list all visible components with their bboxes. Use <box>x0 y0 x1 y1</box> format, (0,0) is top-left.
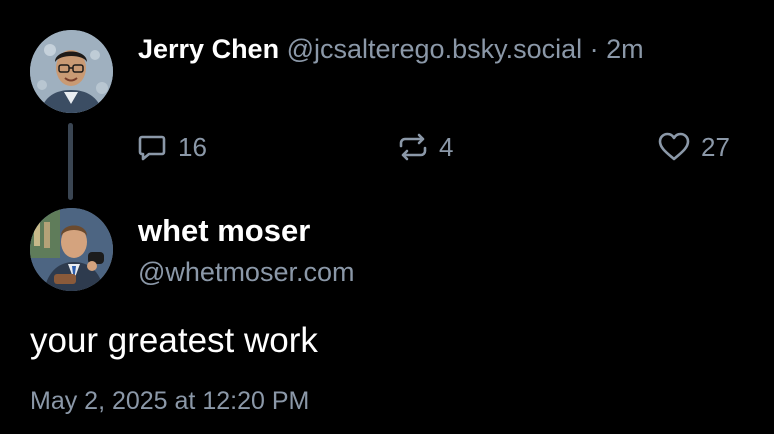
reply-count: 16 <box>178 131 207 162</box>
post-text: your greatest work <box>30 321 318 360</box>
heart-icon <box>658 132 690 161</box>
post-timestamp[interactable]: May 2, 2025 at 12:20 PM <box>30 386 309 416</box>
parent-author-name[interactable]: Jerry Chen <box>138 34 279 64</box>
post-time-ago[interactable]: 2m <box>606 34 644 64</box>
comment-icon <box>138 135 166 161</box>
focused-author-handle[interactable]: @whetmoser.com <box>138 256 354 288</box>
separator-dot: · <box>582 34 607 64</box>
parent-post-header: Jerry Chen @jcsalterego.bsky.social · 2m <box>138 32 644 66</box>
avatar-image <box>30 30 113 113</box>
handle-text: @jcsalterego.bsky.social <box>286 34 583 64</box>
like-button[interactable]: 27 <box>657 129 730 165</box>
avatar-image <box>30 208 113 291</box>
reply-button[interactable]: 16 <box>136 129 207 165</box>
post-actions-bar: 16 4 27 <box>0 129 774 165</box>
avatar-jerry-chen[interactable] <box>30 30 113 113</box>
post-thread: Jerry Chen @jcsalterego.bsky.social · 2m… <box>0 0 774 434</box>
like-count: 27 <box>701 131 730 162</box>
focused-author-name[interactable]: whet moser <box>138 213 310 249</box>
parent-author-handle[interactable]: @jcsalterego.bsky.social <box>287 34 583 64</box>
repost-icon <box>399 133 427 161</box>
repost-button[interactable]: 4 <box>397 129 453 165</box>
repost-count: 4 <box>439 131 454 162</box>
avatar-whet-moser[interactable] <box>30 208 113 291</box>
